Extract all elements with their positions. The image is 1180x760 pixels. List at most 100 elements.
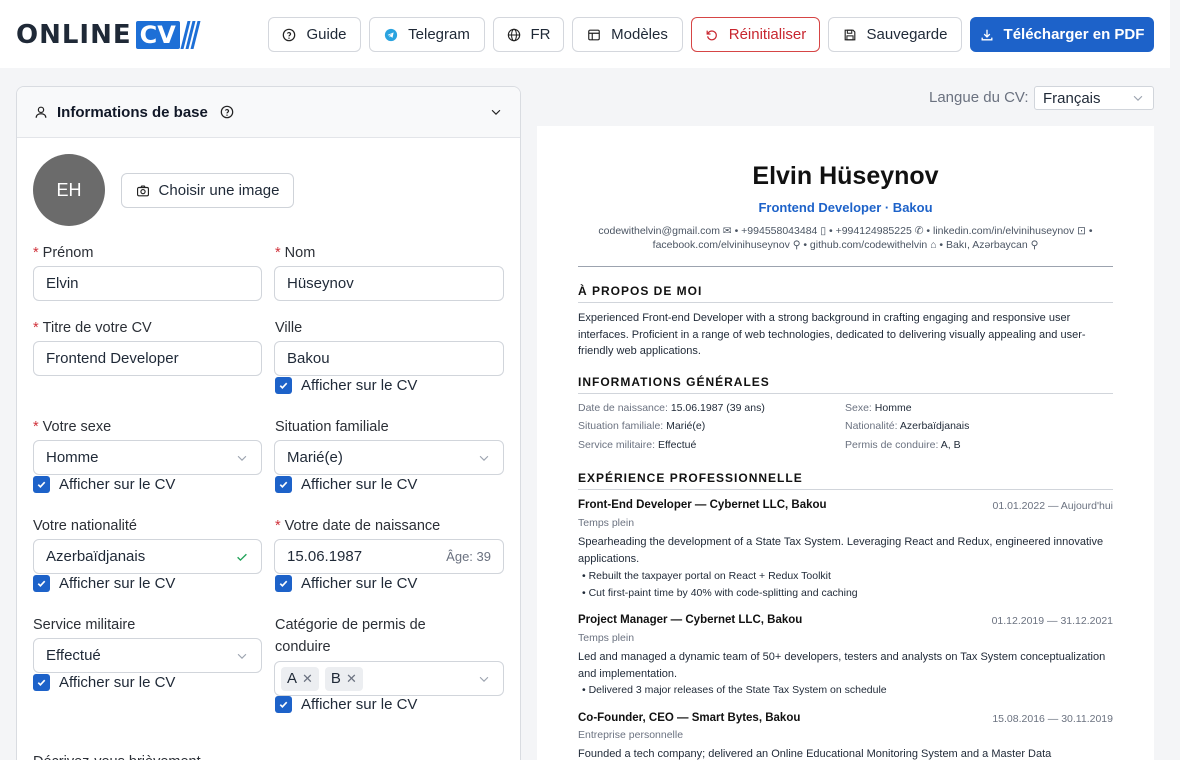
guide-button[interactable]: Guide: [268, 17, 361, 52]
checkmark-icon: [275, 377, 292, 394]
telegram-button[interactable]: Telegram: [369, 17, 485, 52]
job-bullet: • Rebuilt the taxpayer portal on React +…: [582, 570, 831, 582]
download-pdf-button[interactable]: Télécharger en PDF: [970, 17, 1154, 52]
checkmark-icon: [33, 674, 50, 691]
general-item: Nationalité: Azerbaïdjanais: [845, 420, 970, 432]
checkmark-icon: [33, 575, 50, 592]
language-button[interactable]: FR: [493, 17, 564, 52]
cv-role: Frontend Developer · Bakou: [758, 200, 933, 215]
job-type: Entreprise personnelle: [578, 729, 684, 741]
marital-label: Situation familiale: [275, 419, 389, 435]
telegram-label: Telegram: [408, 26, 470, 43]
globe-icon: [507, 28, 521, 42]
last-name-input[interactable]: Hüseynov: [274, 266, 504, 301]
chevron-down-icon: [235, 649, 249, 663]
nationality-label: Votre nationalité: [33, 518, 137, 534]
general-item: Permis de conduire: A, B: [845, 439, 961, 451]
marital-select[interactable]: Marié(e): [274, 440, 504, 475]
about-section-title: À PROPOS DE MOI: [578, 284, 703, 298]
city-input[interactable]: Bakou: [274, 341, 504, 376]
chevron-down-icon: [1131, 91, 1145, 105]
license-tag[interactable]: A ✕: [281, 666, 319, 691]
first-name-input[interactable]: Elvin: [33, 266, 262, 301]
gender-show-checkbox[interactable]: Afficher sur le CV: [33, 476, 175, 493]
reset-label: Réinitialiser: [728, 26, 807, 43]
panel-title: Informations de base: [57, 103, 208, 121]
license-label: Catégorie de permis de conduire: [275, 617, 426, 655]
marital-show-checkbox[interactable]: Afficher sur le CV: [275, 476, 417, 493]
age-indicator: Âge: 39: [446, 549, 491, 564]
general-item: Service militaire: Effectué: [578, 439, 697, 451]
gender-label: * Votre sexe: [33, 419, 112, 435]
last-name-label: * Nom: [275, 245, 316, 261]
save-label: Sauvegarde: [866, 26, 948, 43]
nationality-input[interactable]: Azerbaïdjanais: [33, 539, 262, 574]
chevron-down-icon[interactable]: [489, 105, 503, 119]
chevron-down-icon: [477, 672, 491, 686]
download-pdf-label: Télécharger en PDF: [1003, 26, 1145, 43]
close-icon[interactable]: ✕: [346, 671, 357, 687]
avatar[interactable]: EH: [33, 154, 105, 226]
job-description: Spearheading the development of a State …: [578, 536, 1104, 565]
logo-stripes: [180, 21, 201, 49]
job-bullet: • Delivered 3 major releases of the Stat…: [582, 684, 887, 696]
general-item: Situation familiale: Marié(e): [578, 420, 706, 432]
cv-language-select[interactable]: Français: [1034, 86, 1154, 110]
job-title: Co-Founder, CEO — Smart Bytes, Bakou: [578, 712, 801, 724]
birth-date-input[interactable]: 15.06.1987 Âge: 39: [274, 539, 504, 574]
license-multiselect[interactable]: A ✕ B ✕: [274, 661, 504, 696]
cv-title-input[interactable]: Frontend Developer: [33, 341, 262, 376]
top-header: ONLINE CV Guide Telegram FR Modèles Réin…: [0, 0, 1170, 68]
logo[interactable]: ONLINE CV: [16, 20, 201, 50]
checkmark-icon: [33, 476, 50, 493]
camera-icon: [136, 184, 150, 198]
birth-show-checkbox[interactable]: Afficher sur le CV: [275, 575, 417, 592]
job-bullet: • Cut first-paint time by 40% with code-…: [582, 587, 858, 599]
user-icon: [34, 105, 48, 119]
cv-language-label: Langue du CV:: [929, 89, 1029, 106]
license-show-checkbox[interactable]: Afficher sur le CV: [275, 696, 417, 713]
cv-preview: Elvin Hüseynov Frontend Developer · Bako…: [537, 126, 1154, 760]
city-show-checkbox[interactable]: Afficher sur le CV: [275, 377, 417, 394]
general-section-title: INFORMATIONS GÉNÉRALES: [578, 375, 770, 389]
choose-image-label: Choisir une image: [158, 182, 280, 199]
section-divider: [578, 393, 1113, 394]
check-icon: [235, 550, 249, 564]
panel-header[interactable]: Informations de base: [17, 87, 520, 138]
choose-image-button[interactable]: Choisir une image: [121, 173, 294, 208]
job-date: 15.08.2016 — 30.11.2019: [992, 713, 1113, 725]
templates-label: Modèles: [611, 26, 668, 43]
gender-select[interactable]: Homme: [33, 440, 262, 475]
logo-text: ONLINE: [16, 20, 132, 50]
military-label: Service militaire: [33, 617, 136, 633]
job-date: 01.01.2022 — Aujourd'hui: [992, 500, 1113, 512]
military-show-checkbox[interactable]: Afficher sur le CV: [33, 674, 175, 691]
section-divider: [578, 489, 1113, 490]
reset-button[interactable]: Réinitialiser: [691, 17, 820, 52]
telegram-icon: [384, 28, 398, 42]
close-icon[interactable]: ✕: [302, 671, 313, 687]
job-description: Led and managed a dynamic team of 50+ de…: [578, 651, 1106, 680]
job-title: Front-End Developer — Cybernet LLC, Bako…: [578, 499, 827, 511]
license-tag[interactable]: B ✕: [324, 666, 363, 691]
guide-label: Guide: [306, 26, 347, 43]
city-label: Ville: [275, 320, 303, 336]
basic-info-panel: Informations de base EH Choisir une imag…: [16, 86, 521, 760]
checkmark-icon: [275, 696, 292, 713]
cv-divider: [578, 266, 1113, 267]
about-label: Décrivez-vous brièvement: [33, 751, 201, 760]
nationality-show-checkbox[interactable]: Afficher sur le CV: [33, 575, 175, 592]
chevron-down-icon: [477, 451, 491, 465]
military-select[interactable]: Effectué: [33, 638, 262, 673]
general-item: Sexe: Homme: [845, 402, 912, 414]
birth-date-label: * Votre date de naissance: [275, 518, 441, 534]
cv-title-label: * Titre de votre CV: [33, 320, 152, 336]
help-circle-icon[interactable]: [220, 105, 234, 119]
first-name-label: * Prénom: [33, 245, 94, 261]
templates-button[interactable]: Modèles: [572, 17, 683, 52]
section-divider: [578, 302, 1113, 303]
layout-icon: [587, 28, 601, 42]
job-title: Project Manager — Cybernet LLC, Bakou: [578, 614, 803, 626]
save-button[interactable]: Sauvegarde: [828, 17, 962, 52]
general-item: Date de naissance: 15.06.1987 (39 ans): [578, 402, 765, 414]
